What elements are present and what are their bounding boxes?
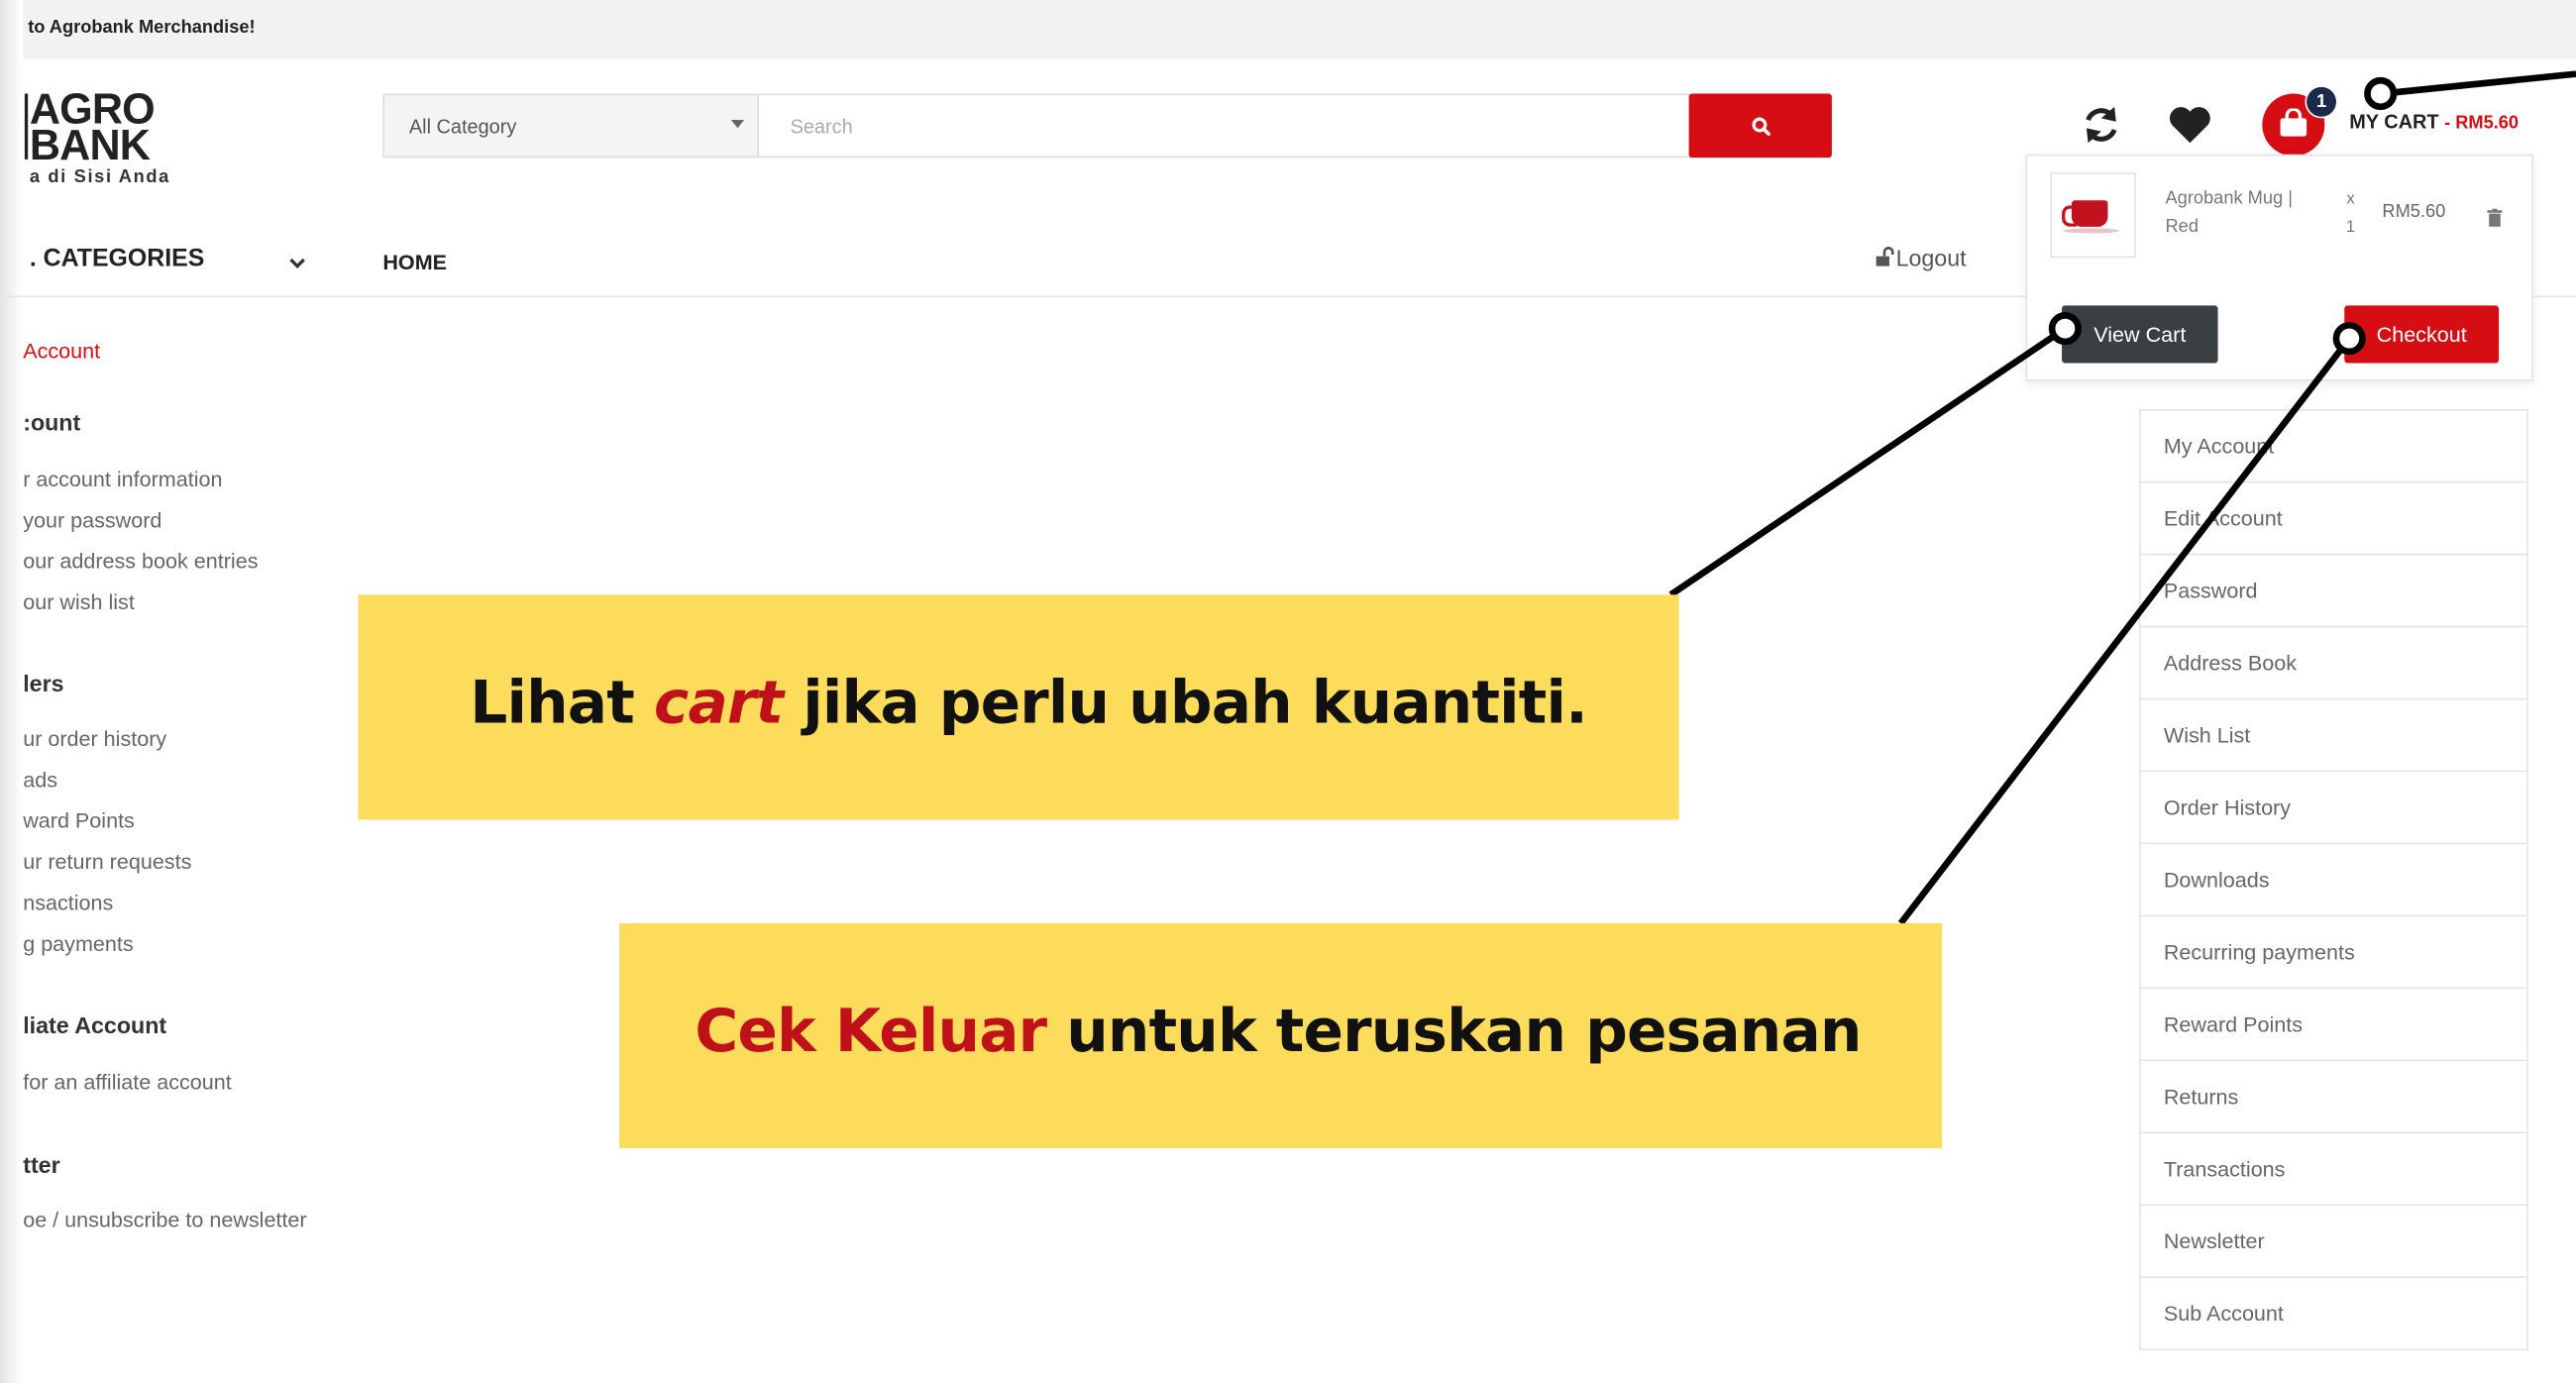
sidebar-link[interactable]: our wish list: [23, 589, 135, 614]
sidebar-link[interactable]: ur order history: [23, 726, 166, 751]
compare-refresh-icon[interactable]: [2080, 103, 2122, 154]
account-menu-item[interactable]: Newsletter: [2138, 1206, 2528, 1279]
product-price: RM5.60: [2382, 201, 2446, 222]
account-menu-item[interactable]: Wish List: [2138, 699, 2528, 773]
callout-checkout-text: Cek Keluar untuk teruskan pesanan: [695, 999, 1862, 1067]
sidebar-link[interactable]: oe / unsubscribe to newsletter: [23, 1208, 306, 1232]
wishlist-heart-icon[interactable]: [2167, 105, 2212, 153]
sidebar-link[interactable]: your password: [23, 507, 161, 532]
welcome-bar: to Agrobank Merchandise!: [0, 0, 2576, 59]
account-menu-item[interactable]: Sub Account: [2138, 1278, 2528, 1351]
unlock-icon: [1876, 247, 1894, 266]
view-cart-button[interactable]: View Cart: [2062, 305, 2218, 364]
cart-count-badge: 1: [2305, 85, 2338, 119]
category-select-value: All Category: [408, 115, 517, 139]
account-menu-item[interactable]: Recurring payments: [2138, 916, 2528, 990]
product-quantity: x 1: [2346, 185, 2355, 241]
sidebar-link[interactable]: ads: [23, 767, 57, 792]
logout-label: Logout: [1895, 245, 1967, 271]
chevron-down-icon[interactable]: [287, 250, 307, 279]
logo-tagline: a di Sisi Anda: [29, 167, 171, 188]
search-button[interactable]: [1688, 93, 1832, 159]
mug-shadow: [2063, 228, 2120, 234]
sidebar-link[interactable]: nsactions: [23, 891, 113, 915]
nav-home[interactable]: HOME: [382, 250, 447, 274]
left-edge-shadow: [0, 0, 24, 1383]
all-categories-menu[interactable]: . CATEGORIES: [30, 245, 204, 272]
sidebar-section-title: tter: [23, 1151, 60, 1178]
mug-image: [2071, 200, 2108, 227]
shopping-bag-icon: [2280, 108, 2308, 137]
sidebar-link[interactable]: ur return requests: [23, 849, 191, 874]
quantity-value: 1: [2345, 218, 2356, 237]
agrobank-logo[interactable]: AGRO BANK: [24, 87, 156, 169]
sidebar-link[interactable]: our address book entries: [23, 549, 258, 574]
trash-icon[interactable]: [2487, 205, 2503, 235]
sidebar-link[interactable]: for an affiliate account: [23, 1069, 232, 1094]
callout-highlight: Cek Keluar: [695, 999, 1047, 1067]
callout-view-cart: Lihat cart jika perlu ubah kuantiti.: [358, 594, 1679, 820]
category-select[interactable]: All Category: [382, 93, 760, 159]
callout-text: Lihat: [470, 670, 654, 738]
account-menu-item[interactable]: Transactions: [2138, 1133, 2528, 1207]
checkout-button[interactable]: Checkout: [2344, 305, 2500, 364]
callout-view-cart-text: Lihat cart jika perlu ubah kuantiti.: [470, 670, 1588, 738]
logo-line-2: BANK: [29, 120, 151, 169]
callout-highlight: cart: [653, 670, 784, 738]
account-menu: My Account Edit Account Password Address…: [2138, 408, 2528, 1351]
product-thumbnail[interactable]: [2050, 172, 2136, 259]
logout-link[interactable]: Logout: [1875, 245, 1967, 271]
page: to Agrobank Merchandise! AGRO BANK a di …: [0, 0, 2576, 1383]
my-cart-link[interactable]: MY CART - RM5.60: [2349, 110, 2519, 133]
callout-text: jika perlu ubah kuantiti.: [783, 670, 1588, 738]
callout-text: untuk teruskan pesanan: [1046, 999, 1862, 1067]
search-input[interactable]: [759, 93, 1691, 159]
chevron-down-icon: [730, 120, 745, 129]
callout-checkout: Cek Keluar untuk teruskan pesanan: [619, 922, 1942, 1149]
account-menu-item[interactable]: My Account: [2138, 408, 2528, 483]
account-menu-item[interactable]: Address Book: [2138, 627, 2528, 700]
cart-dropdown: Agrobank Mug | Red x 1 RM5.60 View Cart …: [2025, 154, 2533, 381]
my-cart-label: MY CART: [2349, 110, 2439, 134]
quantity-x: x: [2346, 190, 2355, 209]
account-menu-item[interactable]: Password: [2138, 555, 2528, 628]
account-menu-item[interactable]: Order History: [2138, 772, 2528, 845]
account-menu-item[interactable]: Downloads: [2138, 844, 2528, 917]
product-name[interactable]: Agrobank Mug | Red: [2166, 185, 2322, 241]
account-menu-item[interactable]: Edit Account: [2138, 482, 2528, 556]
sidebar-link[interactable]: ward Points: [23, 808, 135, 833]
sidebar-link[interactable]: r account information: [23, 467, 222, 491]
account-menu-item[interactable]: Reward Points: [2138, 989, 2528, 1062]
sidebar-section-title: lers: [23, 670, 64, 697]
sidebar-section-title: liate Account: [23, 1011, 167, 1038]
sidebar-account-link[interactable]: Account: [23, 339, 100, 364]
sidebar-link[interactable]: g payments: [23, 931, 133, 956]
sidebar-section-title: :ount: [23, 408, 81, 436]
account-menu-item[interactable]: Returns: [2138, 1061, 2528, 1134]
welcome-text: to Agrobank Merchandise!: [28, 18, 256, 39]
cart-total: - RM5.60: [2444, 113, 2520, 134]
search-icon: [1752, 117, 1771, 136]
